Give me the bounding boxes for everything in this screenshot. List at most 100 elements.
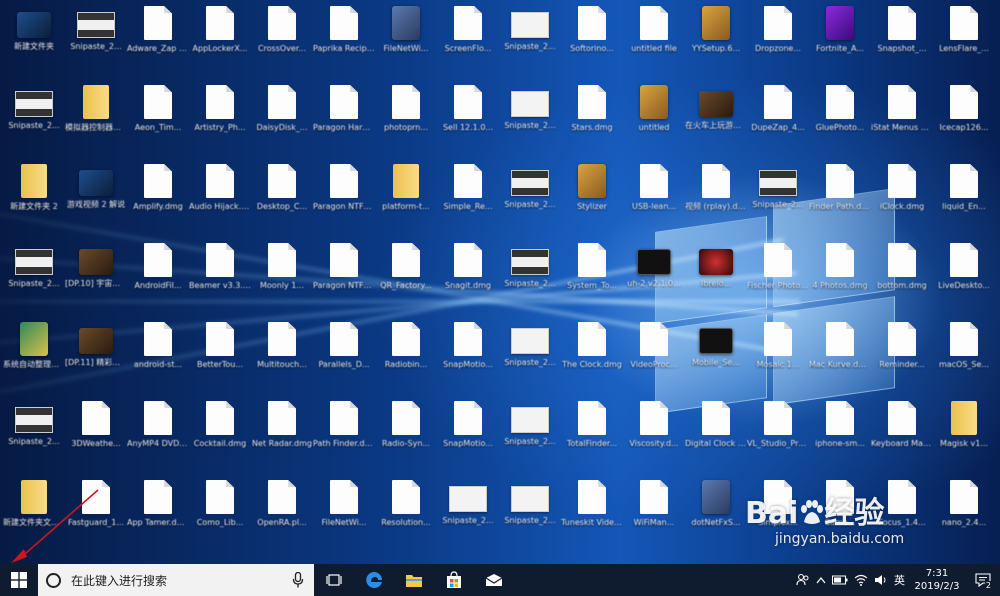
desktop-icon[interactable]: Desktop_C... (251, 160, 313, 238)
desktop-icon[interactable]: AppLockerX... (189, 2, 251, 80)
desktop-icon[interactable]: Snagit.dmg (437, 239, 499, 317)
desktop-icon[interactable]: Snipaste_2... (3, 81, 65, 159)
desktop-icon[interactable]: WiFiMan... (623, 476, 685, 554)
desktop-icon[interactable]: Amplify.dmg (127, 160, 189, 238)
desktop-icon[interactable]: Beamer v3.3.3 mac... (189, 239, 251, 317)
action-center-button[interactable]: 2 (966, 564, 1000, 596)
desktop-icon[interactable]: Path Finder.dmg (313, 397, 375, 475)
desktop-icon[interactable]: BetterTou... (189, 318, 251, 396)
desktop-icon[interactable]: Mobile_Se... (685, 318, 747, 396)
desktop-icon[interactable]: LiveDeskto... (933, 239, 995, 317)
desktop-icon[interactable]: Sell 12.1.0... (437, 81, 499, 159)
desktop-icon[interactable]: [DP.11] 精彩游戏视频 (65, 318, 127, 396)
clock-button[interactable]: 7:31 2019/2/3 (908, 564, 966, 596)
desktop-icon[interactable]: The Clock.dmg (561, 318, 623, 396)
desktop-icon[interactable]: VideoProc... (623, 318, 685, 396)
desktop-icon[interactable]: AnyMP4 DVD Rapp... (127, 397, 189, 475)
network-button[interactable] (851, 564, 871, 596)
desktop-icon[interactable]: untitled file (623, 2, 685, 80)
desktop-icon[interactable]: Mosaic 1... (747, 318, 809, 396)
desktop-icon[interactable]: Parallels_D... (313, 318, 375, 396)
desktop-icon[interactable]: YYSetup.6... (685, 2, 747, 80)
desktop-icon[interactable]: Snipaste_2... (437, 476, 499, 554)
desktop-icon[interactable]: Resolution... (375, 476, 437, 554)
desktop-icon[interactable]: Viscosity.d... (623, 397, 685, 475)
desktop-icon[interactable]: Ibrelo... (685, 239, 747, 317)
desktop-icon[interactable]: LensFlare_... (933, 2, 995, 80)
desktop-icon[interactable]: Como_Lib... (189, 476, 251, 554)
desktop-icon[interactable]: Radiobin... (375, 318, 437, 396)
desktop-icon[interactable]: Stylizer (561, 160, 623, 238)
desktop-icon[interactable]: VL_Studio_Pro.dmg (747, 397, 809, 475)
desktop-icon[interactable]: System_To... (561, 239, 623, 317)
desktop-icon[interactable]: Paprika Recipe Ma... (313, 2, 375, 80)
desktop-icon[interactable]: Snipaste_2... (499, 160, 561, 238)
desktop-icon[interactable]: 系统自动整理文件夹 (3, 318, 65, 396)
desktop-icon[interactable]: 新建文件夹 (3, 2, 65, 80)
desktop-icon[interactable]: Snipaste_2... (747, 160, 809, 238)
desktop-icon[interactable]: Digital Clock 3D.dmg (685, 397, 747, 475)
desktop-icon[interactable]: iClock.dmg (871, 160, 933, 238)
taskbar-search-box[interactable]: 在此键入进行搜索 (38, 564, 314, 596)
desktop-icon[interactable]: 3DWeathe... (65, 397, 127, 475)
desktop-icon[interactable]: Magisk v1... (933, 397, 995, 475)
desktop-icon[interactable]: Icecap126... (933, 81, 995, 159)
desktop-icon[interactable]: Fischer Photo.dmg (747, 239, 809, 317)
desktop-icon[interactable]: FileNetWi... (375, 2, 437, 80)
desktop-icon[interactable]: GluePhoto... (809, 81, 871, 159)
desktop-icon[interactable]: Multitouch... (251, 318, 313, 396)
battery-button[interactable] (829, 564, 851, 596)
desktop-icon[interactable]: Snipaste_2... (499, 81, 561, 159)
desktop-icon[interactable]: dotNetFxS... (685, 476, 747, 554)
desktop-icon[interactable]: macOS_Se... (933, 318, 995, 396)
desktop-icon[interactable]: QR_Factory... (375, 239, 437, 317)
desktop-icon[interactable]: Paragon NTFS.dmg (313, 160, 375, 238)
desktop-icon[interactable]: TotalFinder... (561, 397, 623, 475)
desktop-icon[interactable]: Snipaste_2... (3, 239, 65, 317)
volume-button[interactable] (871, 564, 891, 596)
desktop-icon[interactable]: 新建文件夹文件夹 (3, 476, 65, 554)
desktop-icon[interactable]: photoprn... (375, 81, 437, 159)
desktop-icon[interactable]: Fastguard_1... (65, 476, 127, 554)
desktop-icon[interactable]: android-st... (127, 318, 189, 396)
desktop-icon[interactable]: 4 Photos.dmg (809, 239, 871, 317)
desktop-icon[interactable]: FileNetWi... (313, 476, 375, 554)
desktop-icon[interactable]: liquid_En... (933, 160, 995, 238)
desktop-icon[interactable]: 模拟器控制器软件 (65, 81, 127, 159)
desktop-icon[interactable]: Simple_Re... (437, 160, 499, 238)
desktop-icon[interactable]: Adware_Zap Cleaner_2... (127, 2, 189, 80)
desktop-icon[interactable]: 视频 (rplay).dmg (685, 160, 747, 238)
desktop-icon[interactable]: AndroidFil... (127, 239, 189, 317)
desktop-icon[interactable]: Cocktail.dmg (189, 397, 251, 475)
desktop-icon[interactable]: DupeZap_4... (747, 81, 809, 159)
mail-button[interactable] (474, 564, 514, 596)
desktop-icon[interactable]: uh-2 v2.1.0... (623, 239, 685, 317)
task-view-button[interactable] (314, 564, 354, 596)
desktop-icon[interactable]: Finder Path.dmg (809, 160, 871, 238)
desktop-icon[interactable]: ScreenFlo... (437, 2, 499, 80)
desktop-icon[interactable]: Snipaste_2... (65, 2, 127, 80)
desktop-icon[interactable]: Fortnite_A... (809, 2, 871, 80)
desktop-icon[interactable]: Stars.dmg (561, 81, 623, 159)
edge-button[interactable] (354, 564, 394, 596)
desktop-icon[interactable]: untitled (623, 81, 685, 159)
desktop-icon[interactable]: Snapshot_... (871, 2, 933, 80)
store-button[interactable] (434, 564, 474, 596)
input-method-indicator[interactable]: 英 (891, 564, 908, 596)
microphone-icon[interactable] (292, 572, 304, 588)
desktop-icon[interactable]: App Tamer.dmg (127, 476, 189, 554)
desktop-icon[interactable]: SnapMotio... (437, 318, 499, 396)
desktop-icon[interactable]: iphone-sm... (809, 397, 871, 475)
desktop-icon[interactable]: OpenRA.pl... (251, 476, 313, 554)
desktop-icon[interactable]: Radio-Syn... (375, 397, 437, 475)
desktop-icon[interactable]: CrossOver... (251, 2, 313, 80)
desktop-icon[interactable]: iStat Menus 6.1.0... (871, 81, 933, 159)
desktop-icon[interactable]: Moonly 1... (251, 239, 313, 317)
desktop-icon[interactable]: Snipaste_2... (499, 239, 561, 317)
desktop-icon[interactable]: Tuneskit Video Co... (561, 476, 623, 554)
desktop-icon[interactable]: Mac Kurve.dmg (809, 318, 871, 396)
desktop-icon[interactable]: Snipaste_2... (499, 397, 561, 475)
desktop-icon[interactable]: Snipaste_2... (499, 476, 561, 554)
desktop-icon[interactable]: Aeon_Tim... (127, 81, 189, 159)
desktop-icon[interactable]: Keyboard Maestro 8... (871, 397, 933, 475)
